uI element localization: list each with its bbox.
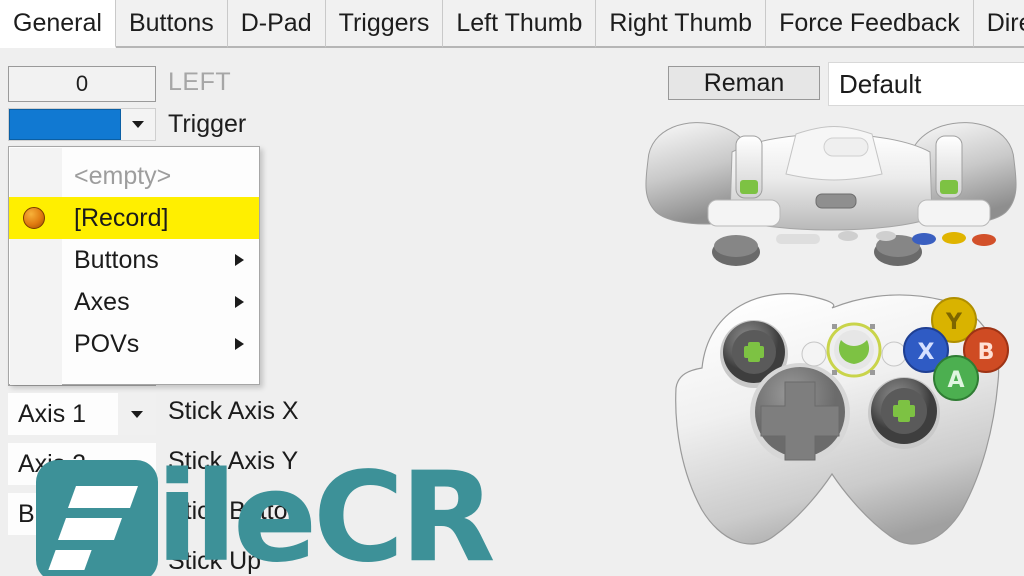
- chevron-down-icon[interactable]: [121, 109, 155, 140]
- controller-front-view-image: Y X B A: [675, 293, 1009, 545]
- binding-row-label: Stick Up: [168, 547, 262, 575]
- menu-item-label: [Record]: [74, 203, 169, 232]
- binding-row: Button 1 Stick Button: [0, 493, 470, 543]
- app-window: General Buttons D-Pad Triggers Left Thum…: [0, 0, 1024, 576]
- tab-label: D-Pad: [240, 8, 312, 37]
- side-label: LEFT: [168, 68, 232, 96]
- controller-top-view-image: [645, 122, 1017, 266]
- tab-buttons[interactable]: Buttons: [115, 0, 228, 48]
- tab-label: Left Thumb: [456, 8, 583, 37]
- remap-button-label: Reman: [703, 68, 785, 97]
- menu-item-povs[interactable]: POVs: [9, 323, 259, 365]
- tab-general[interactable]: General: [0, 0, 116, 48]
- binding-combo-value: Axis 2: [18, 449, 87, 478]
- tab-left-thumb[interactable]: Left Thumb: [443, 0, 597, 48]
- value-field[interactable]: 0: [8, 66, 156, 102]
- record-dot-icon: [23, 207, 45, 229]
- color-combo[interactable]: [8, 108, 156, 141]
- menu-item-label: <empty>: [74, 161, 172, 190]
- svg-text:Y: Y: [945, 310, 963, 335]
- menu-item-axes[interactable]: Axes: [9, 281, 259, 323]
- tab-d-pad[interactable]: D-Pad: [227, 0, 326, 48]
- binding-dropdown-menu[interactable]: <empty> [Record] Buttons Axes POVs: [8, 146, 260, 385]
- tab-label: Direct Input: [986, 8, 1024, 37]
- left-panel: 0 LEFT Trigger <empty> [Record] Buttons …: [0, 48, 470, 576]
- menu-item-label: Axes: [74, 287, 130, 316]
- binding-row-label: Stick Axis Y: [168, 447, 299, 475]
- value-field-text: 0: [75, 71, 89, 96]
- binding-row: Axis 2 Stick Axis Y: [0, 443, 470, 493]
- binding-combo-value: Axis 1: [18, 399, 87, 428]
- tab-bar: General Buttons D-Pad Triggers Left Thum…: [0, 0, 1024, 48]
- svg-text:X: X: [918, 340, 935, 365]
- tab-label: Force Feedback: [779, 8, 960, 37]
- menu-item-buttons[interactable]: Buttons: [9, 239, 259, 281]
- binding-combo-value: Button 1: [18, 499, 112, 528]
- tab-label: Triggers: [338, 8, 430, 37]
- chevron-right-icon: [235, 296, 244, 308]
- tab-label: Buttons: [128, 8, 214, 37]
- menu-item-empty[interactable]: <empty>: [9, 155, 259, 197]
- tab-direct-input[interactable]: Direct Input: [973, 0, 1024, 48]
- binding-row-label: Stick Axis X: [168, 397, 299, 425]
- remap-button[interactable]: Reman: [668, 66, 820, 100]
- binding-row: Axis 1 Stick Axis X: [0, 393, 470, 443]
- tab-label: Right Thumb: [609, 8, 753, 37]
- tab-label: General: [13, 8, 102, 37]
- profile-field-value: Default: [839, 68, 922, 99]
- binding-rows: Axis 1 Stick Axis X Axis 2 Stick Axis Y …: [0, 393, 470, 576]
- right-panel: Reman Default Y X B A: [640, 48, 1024, 576]
- binding-combo[interactable]: Button 1: [8, 493, 156, 535]
- binding-row-label: Stick Button: [168, 497, 302, 525]
- binding-combo[interactable]: Axis 1: [8, 393, 156, 435]
- binding-combo[interactable]: Axis 2: [8, 443, 156, 485]
- menu-item-label: POVs: [74, 329, 140, 358]
- tab-force-feedback[interactable]: Force Feedback: [766, 0, 974, 48]
- binding-row: Stick Up: [0, 543, 470, 576]
- svg-text:A: A: [947, 368, 964, 393]
- chevron-right-icon: [235, 338, 244, 350]
- menu-list: <empty> [Record] Buttons Axes POVs: [9, 147, 259, 365]
- chevron-right-icon: [235, 254, 244, 266]
- trigger-label: Trigger: [168, 110, 247, 138]
- svg-text:B: B: [978, 340, 995, 365]
- tab-right-thumb[interactable]: Right Thumb: [596, 0, 767, 48]
- tab-triggers[interactable]: Triggers: [325, 0, 444, 48]
- menu-item-label: Buttons: [74, 245, 159, 274]
- chevron-down-icon[interactable]: [118, 393, 156, 435]
- color-swatch: [9, 109, 121, 140]
- menu-item-record[interactable]: [Record]: [9, 197, 259, 239]
